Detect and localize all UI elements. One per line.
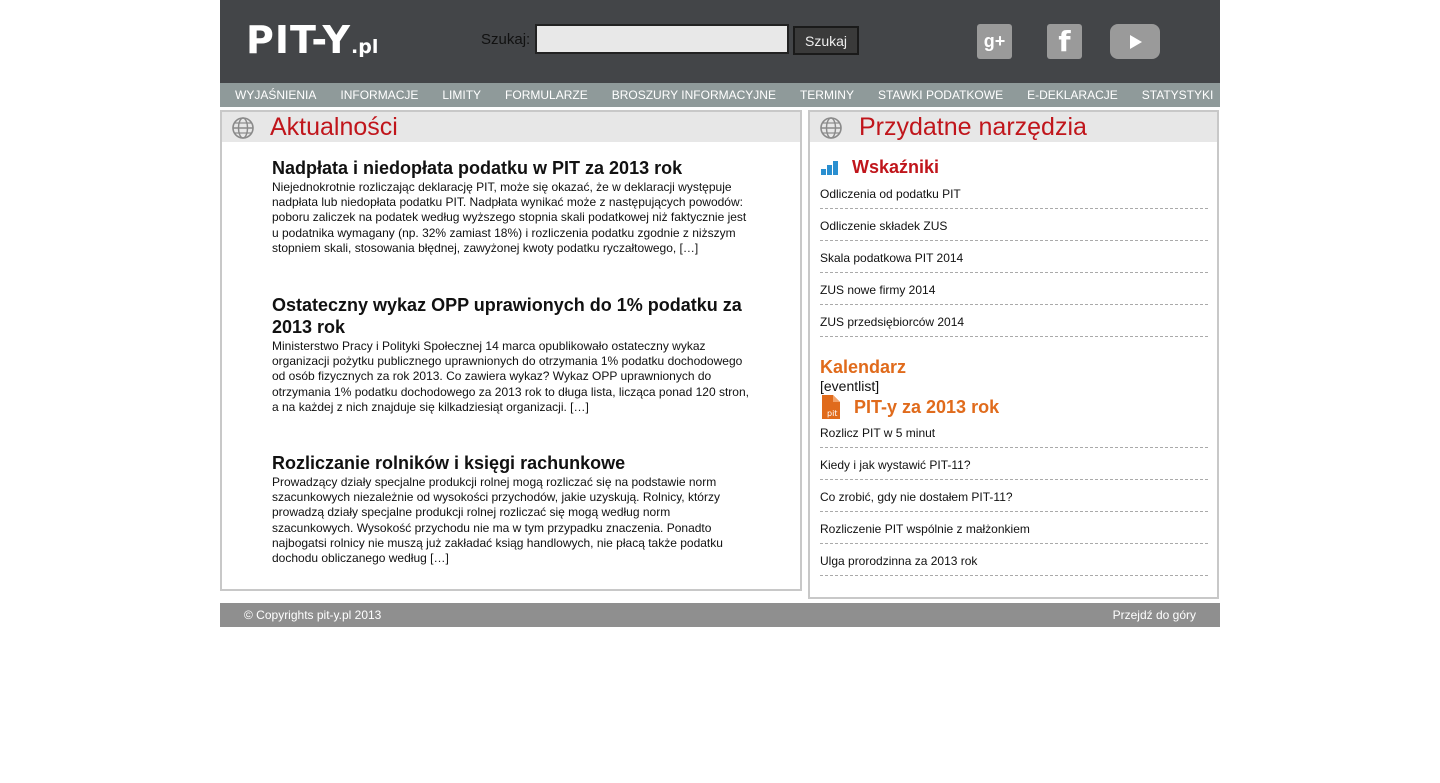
indicators-title: Wskaźniki	[852, 157, 940, 177]
youtube-icon[interactable]	[1110, 24, 1160, 59]
indicators-header: Wskaźniki	[820, 157, 939, 178]
article-title[interactable]: Ostateczny wykaz OPP uprawionych do 1% p…	[272, 294, 752, 338]
article-item: Ostateczny wykaz OPP uprawionych do 1% p…	[272, 294, 752, 415]
google-plus-icon[interactable]: g+	[977, 24, 1012, 59]
article-excerpt: Ministerstwo Pracy i Polityki Społecznej…	[272, 339, 749, 414]
article-excerpt: Prowadzący działy specjalne produkcji ro…	[272, 475, 723, 566]
tools-panel-header: Przydatne narzędzia	[810, 112, 1217, 142]
list-item[interactable]: Rozliczenie PIT wspólnie z małżonkiem	[820, 513, 1208, 544]
article-excerpt: Niejednokrotnie rozliczając deklarację P…	[272, 180, 747, 255]
calendar-header: Kalendarz	[820, 357, 906, 378]
nav-item-stawki[interactable]: STAWKI PODATKOWE	[878, 83, 1003, 107]
globe-icon	[820, 117, 842, 139]
search-button[interactable]: Szukaj	[793, 26, 859, 55]
nav-item-informacje[interactable]: INFORMACJE	[340, 83, 418, 107]
page-wrapper: PIT-Y.pl Szukaj: Szukaj g+ f WYJAŚNIENIA…	[220, 0, 1220, 627]
nav-item-wyjasnienia[interactable]: WYJAŚNIENIA	[235, 83, 316, 107]
news-title: Aktualności	[270, 113, 398, 141]
main-nav: WYJAŚNIENIA INFORMACJE LIMITY FORMULARZE…	[220, 83, 1220, 107]
article-title[interactable]: Rozliczanie rolników i księgi rachunkowe	[272, 452, 752, 474]
nav-item-formularze[interactable]: FORMULARZE	[505, 83, 588, 107]
nav-item-terminy[interactable]: TERMINY	[800, 83, 854, 107]
indicators-list: Odliczenia od podatku PIT Odliczenie skł…	[820, 178, 1208, 338]
pit-title: PIT-y za 2013 rok	[854, 396, 1000, 417]
nav-item-limity[interactable]: LIMITY	[442, 83, 481, 107]
article-item: Nadpłata i niedopłata podatku w PIT za 2…	[272, 157, 752, 256]
site-logo[interactable]: PIT-Y.pl	[246, 20, 378, 67]
search-input[interactable]	[535, 24, 789, 54]
main-content: Aktualności Nadpłata i niedopłata podatk…	[220, 107, 1220, 602]
news-panel: Aktualności Nadpłata i niedopłata podatk…	[220, 110, 802, 591]
facebook-icon[interactable]: f	[1047, 24, 1082, 59]
logo-suffix: .pl	[351, 36, 379, 58]
list-item[interactable]: Odliczenia od podatku PIT	[820, 178, 1208, 209]
search-label: Szukaj:	[481, 31, 531, 48]
back-to-top-link[interactable]: Przejdź do góry	[1113, 608, 1196, 622]
list-item[interactable]: Skala podatkowa PIT 2014	[820, 242, 1208, 273]
news-panel-header: Aktualności	[222, 112, 800, 142]
copyright-text: © Copyrights pit-y.pl 2013	[244, 608, 382, 622]
list-item[interactable]: Rozlicz PIT w 5 minut	[820, 417, 1208, 448]
list-item[interactable]: Odliczenie składek ZUS	[820, 210, 1208, 241]
list-item[interactable]: Kiedy i jak wystawić PIT-11?	[820, 449, 1208, 480]
pit-links-list: Rozlicz PIT w 5 minut Kiedy i jak wystaw…	[820, 417, 1208, 577]
pit-document-icon: pit	[822, 395, 840, 419]
list-item[interactable]: ZUS przedsiębiorców 2014	[820, 306, 1208, 337]
calendar-eventlist: [eventlist]	[820, 378, 880, 394]
google-plus-glyph: g+	[983, 31, 1006, 51]
nav-item-statystyki[interactable]: STATYSTYKI	[1142, 83, 1214, 107]
bar-chart-icon	[821, 160, 838, 175]
article-title[interactable]: Nadpłata i niedopłata podatku w PIT za 2…	[272, 157, 752, 179]
nav-item-e-deklaracje[interactable]: E-DEKLARACJE	[1027, 83, 1118, 107]
site-footer: © Copyrights pit-y.pl 2013 Przejdź do gó…	[220, 603, 1220, 627]
tools-panel: Przydatne narzędzia Wskaźniki Odliczenia…	[808, 110, 1219, 599]
logo-text: PIT-Y	[246, 18, 352, 62]
play-icon	[1130, 34, 1142, 49]
facebook-glyph: f	[1058, 25, 1071, 58]
calendar-title: Kalendarz	[820, 357, 907, 377]
list-item[interactable]: Ulga prorodzinna za 2013 rok	[820, 545, 1208, 576]
article-item: Rozliczanie rolników i księgi rachunkowe…	[272, 452, 752, 566]
pit-header: pit PIT-y za 2013 rok	[820, 395, 999, 419]
list-item[interactable]: Co zrobić, gdy nie dostałem PIT-11?	[820, 481, 1208, 512]
tools-title: Przydatne narzędzia	[859, 113, 1087, 141]
globe-icon	[232, 117, 254, 139]
nav-item-broszury[interactable]: BROSZURY INFORMACYJNE	[612, 83, 776, 107]
list-item[interactable]: ZUS nowe firmy 2014	[820, 274, 1208, 305]
site-header: PIT-Y.pl Szukaj: Szukaj g+ f	[220, 0, 1220, 83]
